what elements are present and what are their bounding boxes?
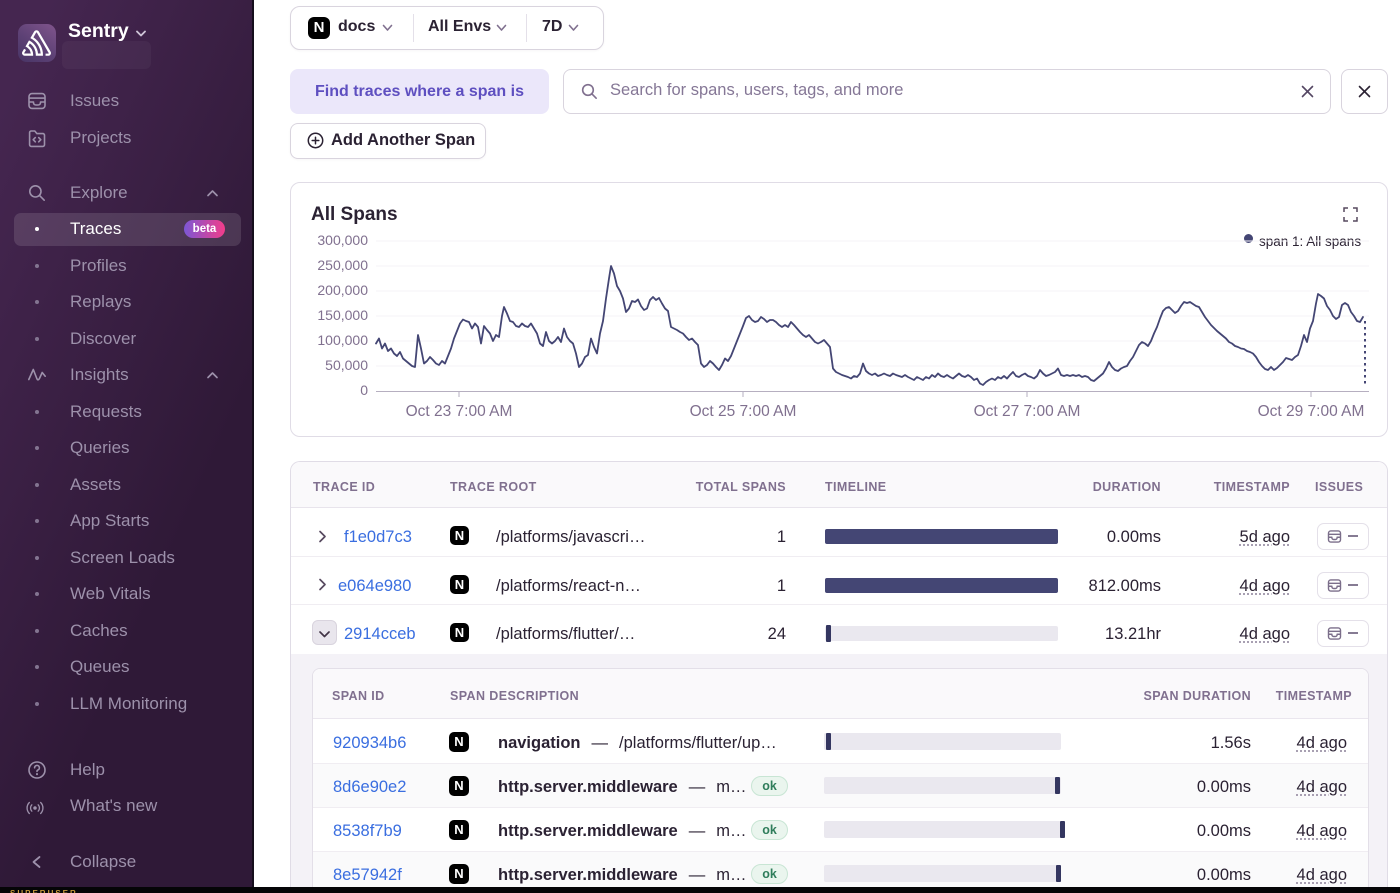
- svg-text:200,000: 200,000: [317, 282, 368, 298]
- svg-text:150,000: 150,000: [317, 307, 368, 323]
- svg-text:0: 0: [360, 382, 368, 398]
- svg-text:Oct 29 7:00 AM: Oct 29 7:00 AM: [1258, 403, 1365, 420]
- svg-text:Oct 23 7:00 AM: Oct 23 7:00 AM: [406, 403, 513, 420]
- svg-text:50,000: 50,000: [325, 357, 368, 373]
- svg-text:Oct 27 7:00 AM: Oct 27 7:00 AM: [974, 403, 1081, 420]
- svg-text:Oct 25 7:00 AM: Oct 25 7:00 AM: [690, 403, 797, 420]
- svg-text:250,000: 250,000: [317, 257, 368, 273]
- svg-text:300,000: 300,000: [317, 232, 368, 248]
- svg-text:100,000: 100,000: [317, 332, 368, 348]
